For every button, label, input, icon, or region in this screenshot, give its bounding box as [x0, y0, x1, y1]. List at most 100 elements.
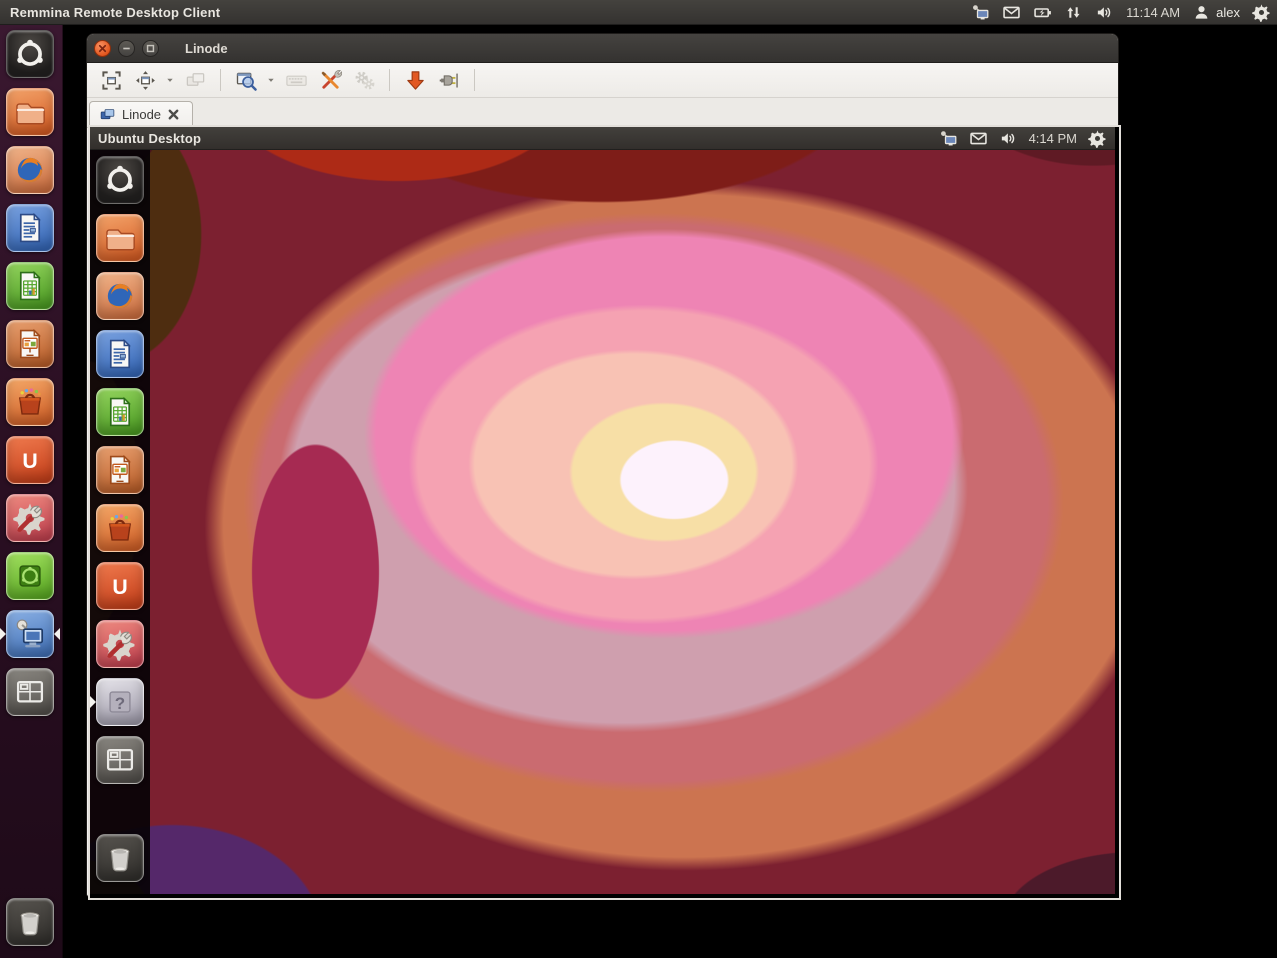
fit-window-icon: [134, 69, 157, 92]
launcher-item-libreoffice-writer[interactable]: [6, 204, 54, 252]
fullscreen-icon: [100, 69, 123, 92]
launcher-item-libreoffice-writer[interactable]: [96, 330, 144, 378]
fit-window-dropdown-button[interactable]: [163, 66, 177, 94]
remote-desktop-indicator-icon[interactable]: [939, 129, 958, 148]
svg-text:U: U: [112, 575, 127, 599]
launcher-item-dash-home[interactable]: [96, 156, 144, 204]
launcher-item-files[interactable]: [96, 214, 144, 262]
launcher-item-system-settings[interactable]: [6, 494, 54, 542]
window-maximize-button[interactable]: [142, 40, 159, 57]
user-menu[interactable]: alex: [1192, 3, 1240, 22]
messages-indicator-icon[interactable]: [969, 129, 988, 148]
launcher-item-firefox[interactable]: [96, 272, 144, 320]
battery-indicator-icon[interactable]: [1033, 3, 1052, 22]
tools-button[interactable]: [314, 66, 346, 94]
messages-indicator-icon[interactable]: [1002, 3, 1021, 22]
chevron-down-icon: [164, 74, 176, 86]
network-traffic-indicator-icon[interactable]: [1064, 3, 1083, 22]
scaled-mode-dropdown-button[interactable]: [264, 66, 278, 94]
screen: Remmina Remote Desktop Client 11:14 AM al…: [0, 0, 1277, 958]
launcher-item-files[interactable]: [6, 88, 54, 136]
system-settings-icon: [6, 494, 54, 542]
launcher-item-dash-home[interactable]: [6, 30, 54, 78]
workspace-switcher-icon: [96, 736, 144, 784]
tab-label: Linode: [122, 107, 161, 122]
remote-wallpaper: [90, 127, 1115, 894]
firefox-icon: [96, 272, 144, 320]
launcher-item-libreoffice-calc[interactable]: [6, 262, 54, 310]
minimize-window-icon: [404, 69, 427, 92]
system-settings-icon: [96, 620, 144, 668]
software-center-icon: [96, 504, 144, 552]
software-center-icon: [6, 378, 54, 426]
chevron-down-icon: [265, 74, 277, 86]
libreoffice-calc-icon: [96, 388, 144, 436]
remote-connection-icon: [99, 106, 116, 123]
username-label: alex: [1216, 5, 1240, 20]
minimize-window-button[interactable]: [399, 66, 431, 94]
remote-desktop-indicator-icon[interactable]: [971, 3, 990, 22]
sound-indicator-icon[interactable]: [999, 129, 1018, 148]
launcher-item-libreoffice-calc[interactable]: [96, 388, 144, 436]
tab-linode[interactable]: Linode: [89, 101, 193, 127]
files-icon: [6, 88, 54, 136]
fullscreen-button[interactable]: [95, 66, 127, 94]
libreoffice-writer-icon: [96, 330, 144, 378]
maximize-icon: [145, 43, 156, 54]
firefox-icon: [6, 146, 54, 194]
duplicate-connection-button: [179, 66, 211, 94]
ubuntu-one-icon: U: [6, 436, 54, 484]
launcher-item-libreoffice-impress[interactable]: [96, 446, 144, 494]
trash-icon: [6, 898, 54, 946]
tools-icon: [319, 69, 342, 92]
dash-home-icon: [6, 30, 54, 78]
connection-toolbar: [87, 63, 1118, 98]
launcher-item-software-center[interactable]: [6, 378, 54, 426]
window-close-button[interactable]: [94, 40, 111, 57]
trash-icon: [96, 834, 144, 882]
ubuntu-one-icon: U: [96, 562, 144, 610]
toolbar-separator: [389, 69, 390, 91]
remote-launcher: U?: [90, 149, 150, 894]
sound-indicator-icon[interactable]: [1095, 3, 1114, 22]
launcher-item-system-settings[interactable]: [96, 620, 144, 668]
launcher-item-remmina[interactable]: [6, 610, 54, 658]
remote-desktop: Ubuntu Desktop 4:14 PM U?: [90, 127, 1115, 894]
tab-close-icon[interactable]: [167, 108, 180, 121]
scaled-mode-button[interactable]: [230, 66, 262, 94]
preferences-button: [348, 66, 380, 94]
launcher-item-ubuntu-one[interactable]: U: [6, 436, 54, 484]
dash-home-icon: [96, 156, 144, 204]
launcher-item-workspace-switcher[interactable]: [96, 736, 144, 784]
launcher-item-firefox[interactable]: [6, 146, 54, 194]
remote-viewport[interactable]: Ubuntu Desktop 4:14 PM U?: [88, 125, 1121, 900]
launcher-item-workspace-switcher[interactable]: [6, 668, 54, 716]
tab-bar: Linode: [87, 98, 1118, 128]
libreoffice-impress-icon: [6, 320, 54, 368]
launcher-item-update-manager[interactable]: [6, 552, 54, 600]
launcher-item-libreoffice-impress[interactable]: [6, 320, 54, 368]
launcher-item-software-center[interactable]: [96, 504, 144, 552]
launcher-item-trash[interactable]: [96, 834, 144, 882]
clock-label[interactable]: 4:14 PM: [1029, 131, 1077, 146]
running-indicator-arrow: [0, 628, 6, 640]
launcher-item-trash[interactable]: [6, 898, 54, 946]
window-minimize-button[interactable]: [118, 40, 135, 57]
svg-text:?: ?: [115, 694, 125, 713]
disconnect-button[interactable]: [433, 66, 465, 94]
update-manager-icon: [6, 552, 54, 600]
session-indicator-icon[interactable]: [1088, 129, 1107, 148]
session-indicator-icon[interactable]: [1252, 3, 1271, 22]
files-icon: [96, 214, 144, 262]
fit-window-button[interactable]: [129, 66, 161, 94]
launcher-item-unknown-app[interactable]: ?: [96, 678, 144, 726]
app-title: Remmina Remote Desktop Client: [0, 5, 220, 20]
launcher-item-ubuntu-one[interactable]: U: [96, 562, 144, 610]
clock-label[interactable]: 11:14 AM: [1126, 5, 1180, 20]
user-icon: [1192, 3, 1211, 22]
svg-text:U: U: [22, 449, 37, 473]
duplicate-connection-icon: [184, 69, 207, 92]
remote-top-panel: Ubuntu Desktop 4:14 PM: [90, 127, 1115, 150]
workspace-switcher-icon: [6, 668, 54, 716]
disconnect-icon: [438, 69, 461, 92]
